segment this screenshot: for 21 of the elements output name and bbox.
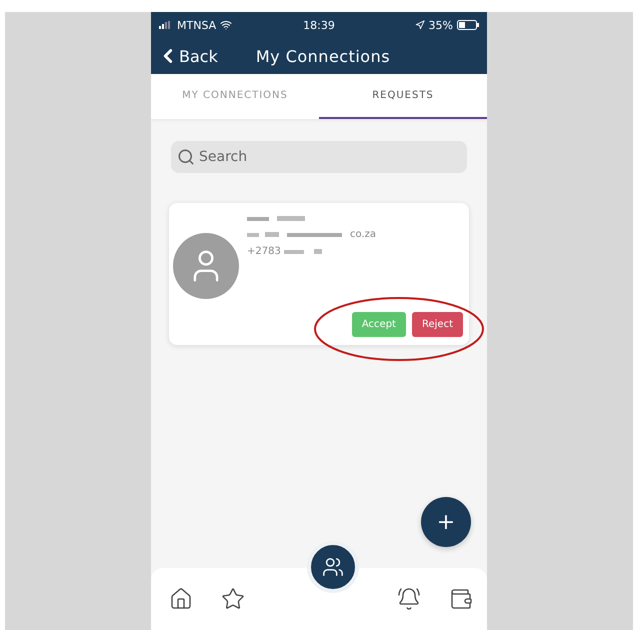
home-icon[interactable] (169, 587, 193, 611)
battery-percent: 35% (428, 18, 453, 32)
star-icon[interactable] (221, 587, 245, 611)
tab[interactable]: MY CONNECTIONS (151, 74, 319, 119)
phone-text: +2783 (247, 246, 281, 257)
signal-icon (159, 21, 173, 29)
email-text: co.za (350, 229, 376, 240)
battery-icon (456, 20, 479, 30)
carrier-name: MTNSA (177, 18, 216, 32)
page-title: My Connections (256, 46, 390, 66)
reject-button[interactable]: Reject (412, 312, 463, 337)
search-field[interactable]: Search (171, 141, 467, 173)
back-button[interactable]: Back (157, 45, 218, 67)
search-icon (177, 148, 195, 166)
location-icon (414, 20, 425, 30)
add-button[interactable]: + (421, 497, 471, 547)
bell-icon[interactable] (397, 587, 421, 611)
clock-time: 18:39 (303, 18, 335, 32)
tab[interactable]: REQUESTS (319, 74, 487, 119)
people-icon (322, 556, 344, 578)
wallet-icon[interactable] (449, 587, 473, 611)
